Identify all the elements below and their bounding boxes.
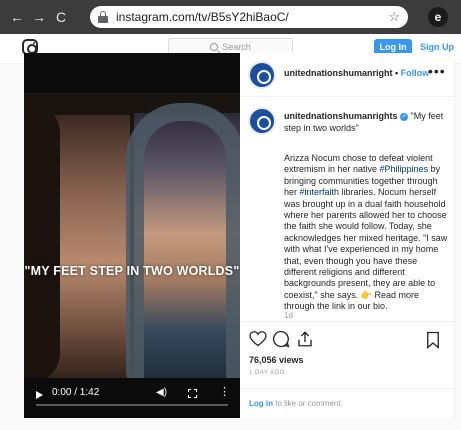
bookmark-star-icon[interactable]: ☆: [388, 9, 400, 25]
verified-badge-icon: ✓: [400, 112, 409, 121]
volume-icon[interactable]: ◀): [156, 387, 167, 398]
video-time: 0:00 / 1:42: [52, 387, 100, 398]
lock-icon: [98, 11, 108, 23]
back-icon[interactable]: ←: [8, 8, 26, 26]
avatar[interactable]: [248, 61, 276, 89]
video-progress-bar[interactable]: [36, 404, 228, 406]
post-caption: unitednationshumanrights ✓ "My feet step…: [240, 97, 455, 321]
play-icon[interactable]: [36, 391, 43, 399]
comment-icon[interactable]: [272, 330, 290, 348]
posted-time: 1 DAY AGO: [249, 370, 285, 376]
post-actions: 76,056 views 1 DAY AGO Log in to like or…: [240, 321, 455, 418]
share-icon[interactable]: [296, 330, 314, 348]
video-overlay-title: "MY FEET STEP IN TWO WORLDS": [24, 264, 240, 278]
caption-header: unitednationshumanrights ✓ "My feet step…: [284, 110, 449, 134]
hair-left: [24, 103, 60, 378]
reload-icon[interactable]: C: [52, 8, 70, 26]
caption-age: 1d: [284, 311, 293, 320]
video-controls: 0:00 / 1:42 ◀) ⋮: [24, 383, 240, 418]
login-prompt-text: to like or comment.: [273, 399, 343, 408]
headscarf: [126, 103, 240, 378]
caption-text-part: libraries. Nocum herself was brought up …: [284, 187, 448, 300]
caption-avatar[interactable]: [248, 107, 276, 135]
forward-icon[interactable]: →: [30, 8, 48, 26]
heart-icon[interactable]: [249, 331, 267, 347]
pointing-emoji-icon: 👉: [360, 289, 372, 300]
video-player[interactable]: "MY FEET STEP IN TWO WORLDS" 0:00 / 1:42…: [24, 53, 240, 418]
post-username[interactable]: unitednationshumanright: [284, 68, 393, 78]
profile-icon[interactable]: e: [428, 7, 448, 27]
more-options-icon[interactable]: •••: [428, 63, 446, 79]
caption-text: Arizza Nocum chose to defeat violent ext…: [284, 153, 448, 313]
login-prompt: Log in to like or comment.: [240, 388, 455, 418]
browser-toolbar: ← → C instagram.com/tv/B5sY2hiBaoC/ ☆ e: [0, 0, 461, 34]
post-panel: unitednationshumanright • Follow ••• uni…: [240, 53, 455, 418]
hashtag-philippines[interactable]: #Philippines: [380, 164, 429, 174]
video-frame[interactable]: "MY FEET STEP IN TWO WORLDS": [24, 93, 240, 378]
bookmark-icon[interactable]: [426, 331, 440, 349]
post-username-row: unitednationshumanright • Follow: [284, 68, 429, 78]
address-bar[interactable]: instagram.com/tv/B5sY2hiBaoC/ ☆: [90, 6, 408, 28]
follow-button[interactable]: Follow: [401, 68, 430, 78]
hashtag-interfaith[interactable]: #interfaith: [300, 187, 340, 197]
separator: •: [392, 68, 401, 78]
login-link[interactable]: Log in: [249, 399, 273, 408]
post-header: unitednationshumanright • Follow •••: [240, 53, 455, 97]
url-text[interactable]: instagram.com/tv/B5sY2hiBaoC/: [116, 10, 388, 24]
view-count: 76,056 views: [249, 355, 304, 365]
caption-username[interactable]: unitednationshumanrights: [284, 111, 398, 121]
search-icon: [210, 43, 219, 51]
more-options-icon[interactable]: ⋮: [219, 385, 230, 399]
search-placeholder: Search: [222, 42, 251, 52]
fullscreen-icon[interactable]: [188, 389, 197, 398]
